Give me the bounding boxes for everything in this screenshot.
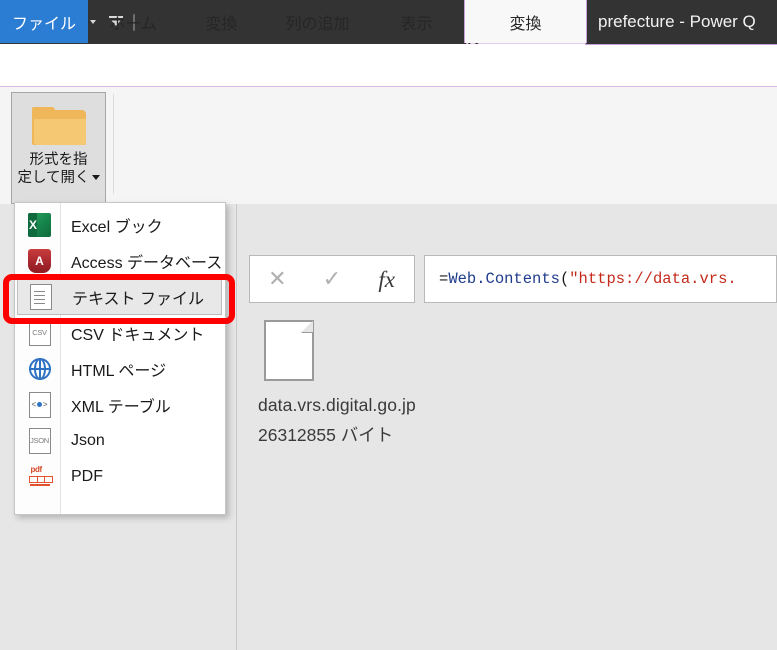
json-icon-label: JSON bbox=[28, 428, 51, 454]
text-file-icon bbox=[18, 284, 63, 310]
menu-item-html-page-label: HTML ページ bbox=[71, 363, 167, 380]
tab-view-label: 表示 bbox=[400, 15, 433, 33]
formula-bar: ✕ ✓ fx = Web.Contents("https://data.vrs. bbox=[249, 255, 777, 303]
menu-item-text-file-label: テキスト ファイル bbox=[72, 291, 204, 308]
tab-file-label: ファイル bbox=[11, 15, 76, 33]
confirm-check-icon[interactable]: ✓ bbox=[305, 268, 360, 290]
window-title: prefecture - Power Q bbox=[598, 0, 756, 44]
folder-icon bbox=[31, 107, 86, 145]
menu-item-html-page[interactable]: HTML ページ bbox=[17, 351, 222, 387]
tab-file[interactable]: ファイル bbox=[0, 0, 88, 43]
ribbon-panel bbox=[0, 87, 777, 204]
menu-item-pdf[interactable]: pdf PDF bbox=[17, 459, 222, 495]
menu-item-json[interactable]: JSON Json bbox=[17, 423, 222, 459]
formula-string-literal: "https://data.vrs. bbox=[569, 270, 737, 288]
pdf-icon-label: pdf bbox=[30, 465, 43, 474]
tab-home-label: ホーム bbox=[109, 15, 157, 33]
binary-preview-card: data.vrs.digital.go.jp 26312855 バイト bbox=[258, 320, 518, 447]
json-file-icon: JSON bbox=[17, 428, 62, 454]
formula-bar-buttons: ✕ ✓ fx bbox=[249, 255, 415, 303]
menu-item-csv-document-label: CSV ドキュメント bbox=[71, 327, 205, 344]
menu-item-text-file[interactable]: テキスト ファイル bbox=[17, 279, 222, 315]
cancel-x-icon[interactable]: ✕ bbox=[250, 268, 305, 290]
menu-item-access-database-label: Access データベース bbox=[71, 255, 223, 272]
tab-binary-transform[interactable]: 変換 bbox=[464, 0, 587, 43]
tab-home[interactable]: ホーム bbox=[88, 0, 178, 43]
open-as-label-line1: 形式を指 bbox=[29, 152, 88, 168]
contextual-tab-band bbox=[585, 44, 777, 88]
formula-input[interactable]: = Web.Contents("https://data.vrs. bbox=[424, 255, 777, 303]
pdf-file-icon: pdf bbox=[17, 465, 62, 489]
window-title-text: prefecture - Power Q bbox=[598, 12, 756, 31]
fx-icon[interactable]: fx bbox=[359, 268, 414, 291]
power-query-editor-window: X バイナリ ツール prefecture - Power Q ファイル ホーム… bbox=[0, 0, 777, 650]
preview-file-size: 26312855 バイト bbox=[258, 425, 394, 445]
excel-file-icon: X bbox=[17, 213, 62, 237]
csv-file-icon: CSV bbox=[17, 320, 62, 346]
menu-item-excel-workbook[interactable]: X Excel ブック bbox=[17, 207, 222, 243]
formula-equals: = bbox=[439, 270, 449, 288]
menu-item-pdf-label: PDF bbox=[71, 468, 103, 485]
open-as-label-line2: 定して開く bbox=[17, 169, 90, 186]
xml-file-icon: < > bbox=[17, 392, 62, 418]
menu-item-excel-workbook-label: Excel ブック bbox=[71, 219, 163, 236]
chevron-down-icon[interactable] bbox=[91, 175, 100, 181]
menu-item-csv-document[interactable]: CSV CSV ドキュメント bbox=[17, 315, 222, 351]
menu-item-xml-table-label: XML テーブル bbox=[71, 399, 171, 416]
access-file-icon: A bbox=[17, 249, 62, 273]
menu-item-xml-table[interactable]: < > XML テーブル bbox=[17, 387, 222, 423]
formula-open-paren: ( bbox=[559, 270, 570, 288]
menu-item-json-label: Json bbox=[71, 432, 105, 449]
tab-add-column[interactable]: 列の追加 bbox=[265, 0, 370, 43]
tab-transform[interactable]: 変換 bbox=[178, 0, 265, 43]
menu-item-access-database[interactable]: A Access データベース bbox=[17, 243, 222, 279]
ribbon-group-separator bbox=[113, 94, 114, 194]
tab-view[interactable]: 表示 bbox=[370, 0, 463, 43]
csv-icon-label: CSV bbox=[28, 320, 51, 346]
tab-add-column-label: 列の追加 bbox=[285, 15, 350, 33]
open-as-button[interactable]: 形式を指 定して開く bbox=[11, 92, 106, 204]
preview-file-name: data.vrs.digital.go.jp bbox=[258, 395, 416, 415]
open-as-dropdown-menu: X Excel ブック A Access データベース テキスト ファイル CS… bbox=[14, 202, 226, 515]
formula-function-name: Web.Contents bbox=[448, 270, 560, 288]
html-globe-icon bbox=[17, 358, 62, 380]
binary-file-icon bbox=[264, 320, 314, 381]
tab-transform-label: 変換 bbox=[205, 15, 238, 33]
open-as-button-label: 形式を指 定して開く bbox=[17, 152, 100, 187]
tab-binary-transform-label: 変換 bbox=[509, 15, 542, 33]
